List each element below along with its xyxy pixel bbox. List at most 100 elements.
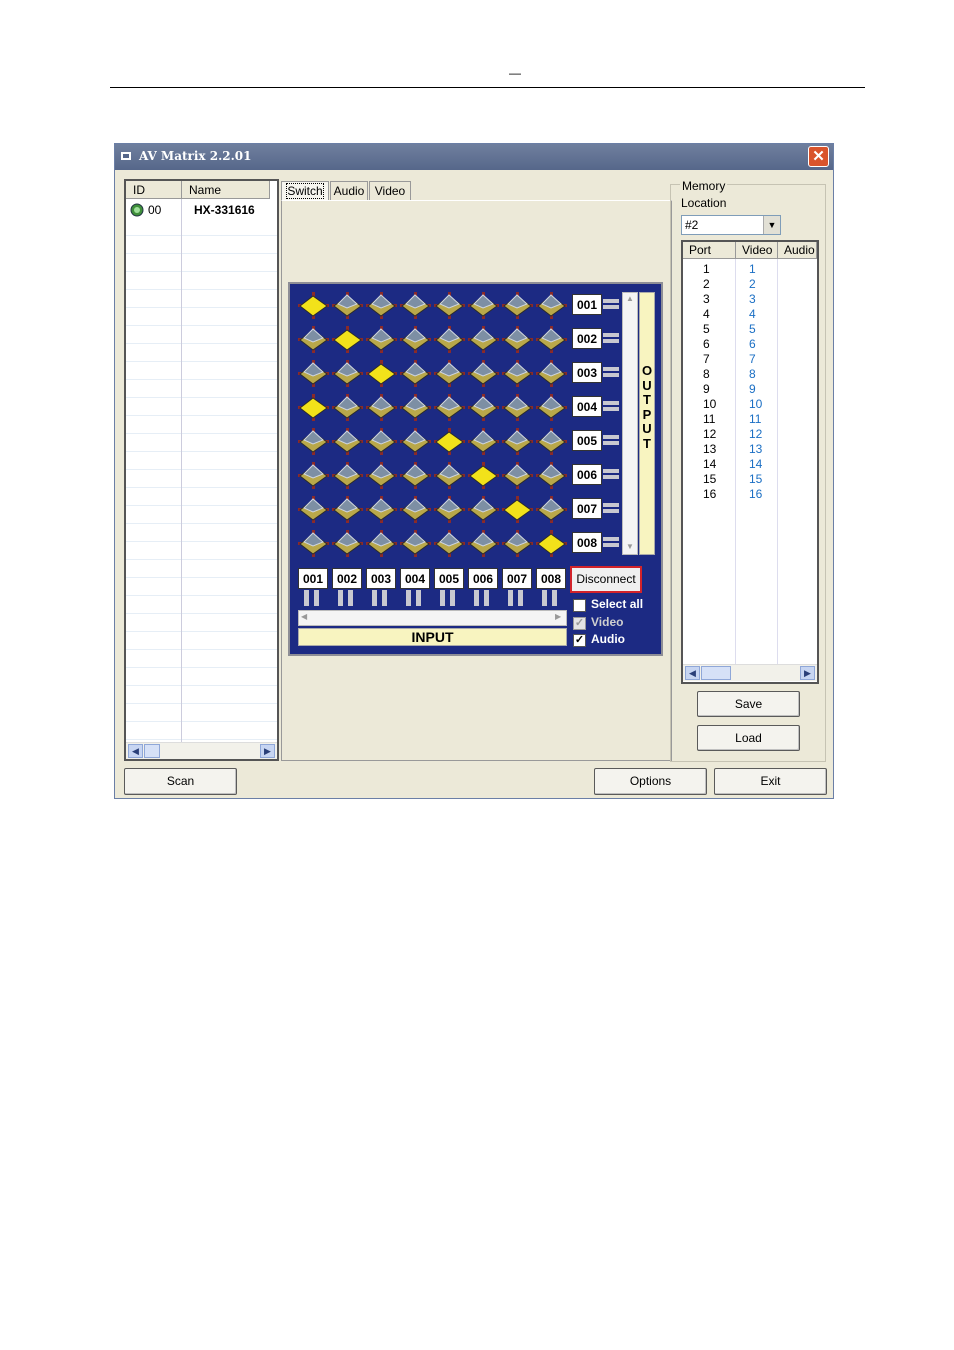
video-checkbox[interactable]: ✓ xyxy=(573,617,586,630)
crosspoint-button[interactable] xyxy=(366,428,397,455)
crosspoint-button[interactable] xyxy=(332,462,363,489)
crosspoint-button[interactable] xyxy=(536,360,567,387)
crosspoint-button[interactable] xyxy=(434,530,465,557)
crosspoint-button[interactable] xyxy=(502,496,533,523)
input-port-label[interactable]: 003 xyxy=(366,568,396,589)
crosspoint-button[interactable] xyxy=(400,360,431,387)
port-row[interactable]: 77 xyxy=(683,352,817,367)
options-button[interactable]: Options xyxy=(594,768,707,795)
crosspoint-button[interactable] xyxy=(536,496,567,523)
crosspoint-button[interactable] xyxy=(468,394,499,421)
scroll-left-icon[interactable]: ◀ xyxy=(301,612,307,621)
crosspoint-button[interactable] xyxy=(468,530,499,557)
crosspoint-button[interactable] xyxy=(332,326,363,353)
port-row[interactable]: 44 xyxy=(683,307,817,322)
output-scrollbar[interactable]: ▲ ▼ xyxy=(622,292,638,555)
load-button[interactable]: Load xyxy=(697,725,800,751)
input-port-label[interactable]: 004 xyxy=(400,568,430,589)
device-list[interactable]: ID Name 00 HX-331616 ◀ ▶ xyxy=(124,179,279,761)
input-port-label[interactable]: 005 xyxy=(434,568,464,589)
scroll-left-icon[interactable]: ◀ xyxy=(128,744,143,758)
device-list-scrollbar[interactable]: ◀ ▶ xyxy=(126,742,277,759)
crosspoint-button[interactable] xyxy=(502,360,533,387)
input-port-label[interactable]: 002 xyxy=(332,568,362,589)
port-row[interactable]: 15 15 xyxy=(683,472,817,487)
port-row[interactable]: 55 xyxy=(683,322,817,337)
column-header-id[interactable]: ID xyxy=(126,181,182,199)
scroll-thumb[interactable] xyxy=(144,744,160,758)
crosspoint-button[interactable] xyxy=(502,462,533,489)
crosspoint-button[interactable] xyxy=(400,292,431,319)
crosspoint-button[interactable] xyxy=(400,530,431,557)
output-port-label[interactable]: 008 xyxy=(572,532,602,553)
crosspoint-button[interactable] xyxy=(434,292,465,319)
crosspoint-button[interactable] xyxy=(298,394,329,421)
crosspoint-button[interactable] xyxy=(468,496,499,523)
crosspoint-button[interactable] xyxy=(434,496,465,523)
crosspoint-button[interactable] xyxy=(434,428,465,455)
crosspoint-button[interactable] xyxy=(502,292,533,319)
input-port-label[interactable]: 007 xyxy=(502,568,532,589)
crosspoint-button[interactable] xyxy=(400,496,431,523)
column-header-video[interactable]: Video xyxy=(736,242,778,259)
crosspoint-button[interactable] xyxy=(298,360,329,387)
port-row[interactable]: 11 11 xyxy=(683,412,817,427)
crosspoint-button[interactable] xyxy=(366,360,397,387)
crosspoint-button[interactable] xyxy=(332,292,363,319)
crosspoint-button[interactable] xyxy=(536,428,567,455)
close-button[interactable]: ✕ xyxy=(808,146,829,167)
crosspoint-button[interactable] xyxy=(298,292,329,319)
chevron-down-icon[interactable]: ▼ xyxy=(763,216,780,234)
port-row[interactable]: 33 xyxy=(683,292,817,307)
crosspoint-button[interactable] xyxy=(332,496,363,523)
crosspoint-button[interactable] xyxy=(332,428,363,455)
title-bar[interactable]: AV Matrix 2.2.01 ✕ xyxy=(115,144,833,170)
output-port-label[interactable]: 001 xyxy=(572,294,602,315)
crosspoint-button[interactable] xyxy=(298,530,329,557)
crosspoint-button[interactable] xyxy=(434,360,465,387)
scroll-right-icon[interactable]: ▶ xyxy=(260,744,275,758)
save-button[interactable]: Save xyxy=(697,691,800,717)
crosspoint-button[interactable] xyxy=(332,530,363,557)
crosspoint-button[interactable] xyxy=(536,292,567,319)
column-header-name[interactable]: Name xyxy=(182,181,270,199)
port-row[interactable]: 12 12 xyxy=(683,427,817,442)
output-port-label[interactable]: 006 xyxy=(572,464,602,485)
tab-switch[interactable]: Switch xyxy=(281,181,329,200)
port-row[interactable]: 66 xyxy=(683,337,817,352)
crosspoint-button[interactable] xyxy=(400,428,431,455)
crosspoint-button[interactable] xyxy=(536,462,567,489)
crosspoint-button[interactable] xyxy=(434,326,465,353)
crosspoint-button[interactable] xyxy=(434,462,465,489)
port-row[interactable]: 99 xyxy=(683,382,817,397)
crosspoint-button[interactable] xyxy=(366,496,397,523)
port-list-scrollbar[interactable]: ◀ ▶ xyxy=(683,664,817,681)
crosspoint-button[interactable] xyxy=(298,326,329,353)
output-port-label[interactable]: 003 xyxy=(572,362,602,383)
crosspoint-button[interactable] xyxy=(366,292,397,319)
exit-button[interactable]: Exit xyxy=(714,768,827,795)
crosspoint-button[interactable] xyxy=(434,394,465,421)
crosspoint-button[interactable] xyxy=(298,496,329,523)
port-row[interactable]: 16 16 xyxy=(683,487,817,502)
port-list[interactable]: Port Video Audio 1 1 2 2 3 3 4 4 5 5 6 6 7 7 8 8 9 9 10 10 1… xyxy=(681,240,819,684)
input-port-label[interactable]: 008 xyxy=(536,568,566,589)
scroll-thumb[interactable] xyxy=(701,666,731,680)
location-select[interactable]: #2 ▼ xyxy=(681,215,781,235)
audio-checkbox[interactable]: ✓ xyxy=(573,634,586,647)
device-row[interactable]: 00 HX-331616 xyxy=(126,202,277,218)
crosspoint-button[interactable] xyxy=(536,394,567,421)
port-row[interactable]: 13 13 xyxy=(683,442,817,457)
port-row[interactable]: 22 xyxy=(683,277,817,292)
crosspoint-button[interactable] xyxy=(502,530,533,557)
scroll-right-icon[interactable]: ▶ xyxy=(800,666,815,680)
tab-video[interactable]: Video xyxy=(369,181,411,200)
crosspoint-button[interactable] xyxy=(536,326,567,353)
output-port-label[interactable]: 005 xyxy=(572,430,602,451)
crosspoint-button[interactable] xyxy=(366,530,397,557)
select-all-checkbox[interactable] xyxy=(573,599,586,612)
crosspoint-button[interactable] xyxy=(400,326,431,353)
crosspoint-button[interactable] xyxy=(298,462,329,489)
crosspoint-button[interactable] xyxy=(468,428,499,455)
crosspoint-button[interactable] xyxy=(468,360,499,387)
